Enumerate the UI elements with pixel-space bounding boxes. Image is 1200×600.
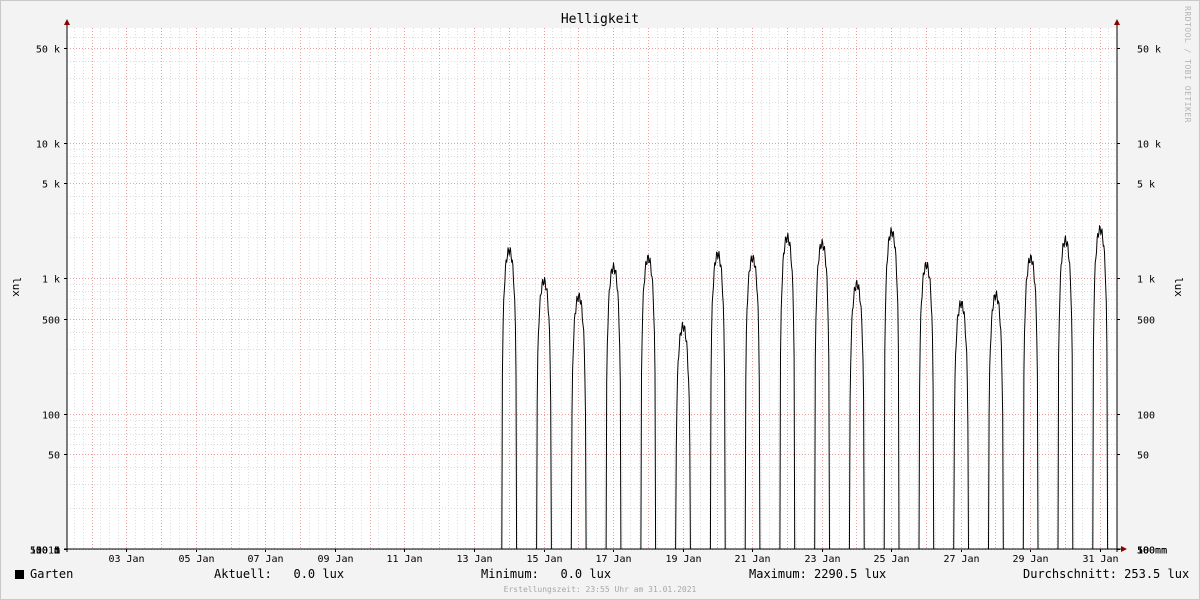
y-axis-label-left: lux <box>10 277 23 297</box>
x-tick-label: 11 Jan <box>386 554 422 565</box>
legend-average: Durchschnitt: 253.5 lux <box>1023 567 1189 581</box>
y-tick-label-left: 50 <box>48 451 60 462</box>
legend-current-label: Aktuell: <box>214 567 272 581</box>
y-tick-label-left: 50 k <box>36 45 60 56</box>
y-tick-label-right: 500 <box>1137 316 1155 327</box>
x-tick-label: 07 Jan <box>247 554 283 565</box>
x-tick-label: 23 Jan <box>804 554 840 565</box>
legend-min-value: 0.0 lux <box>560 567 612 581</box>
legend-current-value: 0.0 lux <box>293 567 345 581</box>
plot-area <box>67 28 1117 549</box>
legend-series-name: Garten <box>30 567 74 581</box>
legend-max-label: Maximum: <box>749 567 807 581</box>
x-tick-label: 21 Jan <box>734 554 770 565</box>
y-tick-label-right: 50 k <box>1137 45 1161 56</box>
y-axis-arrow-left <box>64 19 70 25</box>
legend-min-label: Minimum: <box>481 567 539 581</box>
chart-title: Helligkeit <box>561 12 639 27</box>
legend-minimum: Minimum: 0.0 lux <box>481 567 611 581</box>
y-tick-label-left: 10 m <box>36 546 60 557</box>
x-tick-label: 25 Jan <box>873 554 909 565</box>
x-axis-arrow <box>1121 546 1127 552</box>
creation-time-footer: Erstellungszeit: 23:55 Uhr am 31.01.2021 <box>503 585 697 594</box>
x-tick-label: 27 Jan <box>943 554 979 565</box>
x-tick-label: 17 Jan <box>595 554 631 565</box>
y-tick-label-right: 10 k <box>1137 140 1161 151</box>
x-tick-label: 13 Jan <box>456 554 492 565</box>
x-tick-label: 03 Jan <box>108 554 144 565</box>
y-tick-label-left: 500 <box>42 316 60 327</box>
legend-avg-value: 253.5 lux <box>1124 567 1190 581</box>
legend-max-value: 2290.5 lux <box>814 567 887 581</box>
x-tick-label: 29 Jan <box>1012 554 1048 565</box>
legend-current: Aktuell: 0.0 lux <box>214 567 344 581</box>
x-tick-label: 15 Jan <box>526 554 562 565</box>
x-tick-label: 05 Jan <box>178 554 214 565</box>
y-tick-label-left: 1 k <box>42 275 60 286</box>
y-tick-label-left: 10 k <box>36 140 60 151</box>
rrdtool-watermark: RRDTOOL / TOBI OETIKER <box>1183 6 1192 123</box>
y-axis-arrow-right <box>1114 19 1120 25</box>
y-axis-label-right: lux <box>1172 277 1185 297</box>
y-tick-label-left: 100 <box>42 411 60 422</box>
legend-maximum: Maximum: 2290.5 lux <box>749 567 886 581</box>
x-tick-label: 19 Jan <box>665 554 701 565</box>
legend-avg-label: Durchschnitt: <box>1023 567 1117 581</box>
y-tick-label-right: 50 <box>1137 451 1149 462</box>
legend-swatch-garten <box>15 570 24 579</box>
y-tick-label-right: 5 k <box>1137 180 1155 191</box>
brightness-chart: 03 Jan 05 Jan 07 Jan 09 Jan 11 Jan 13 Jan 15 J… <box>10 12 1185 565</box>
y-tick-label-right: 10 m <box>1137 546 1161 557</box>
y-tick-label-right: 1 k <box>1137 275 1155 286</box>
y-tick-label-left: 5 k <box>42 180 60 191</box>
y-tick-label-right: 100 <box>1137 411 1155 422</box>
x-tick-label: 31 Jan <box>1082 554 1118 565</box>
x-tick-label: 09 Jan <box>317 554 353 565</box>
